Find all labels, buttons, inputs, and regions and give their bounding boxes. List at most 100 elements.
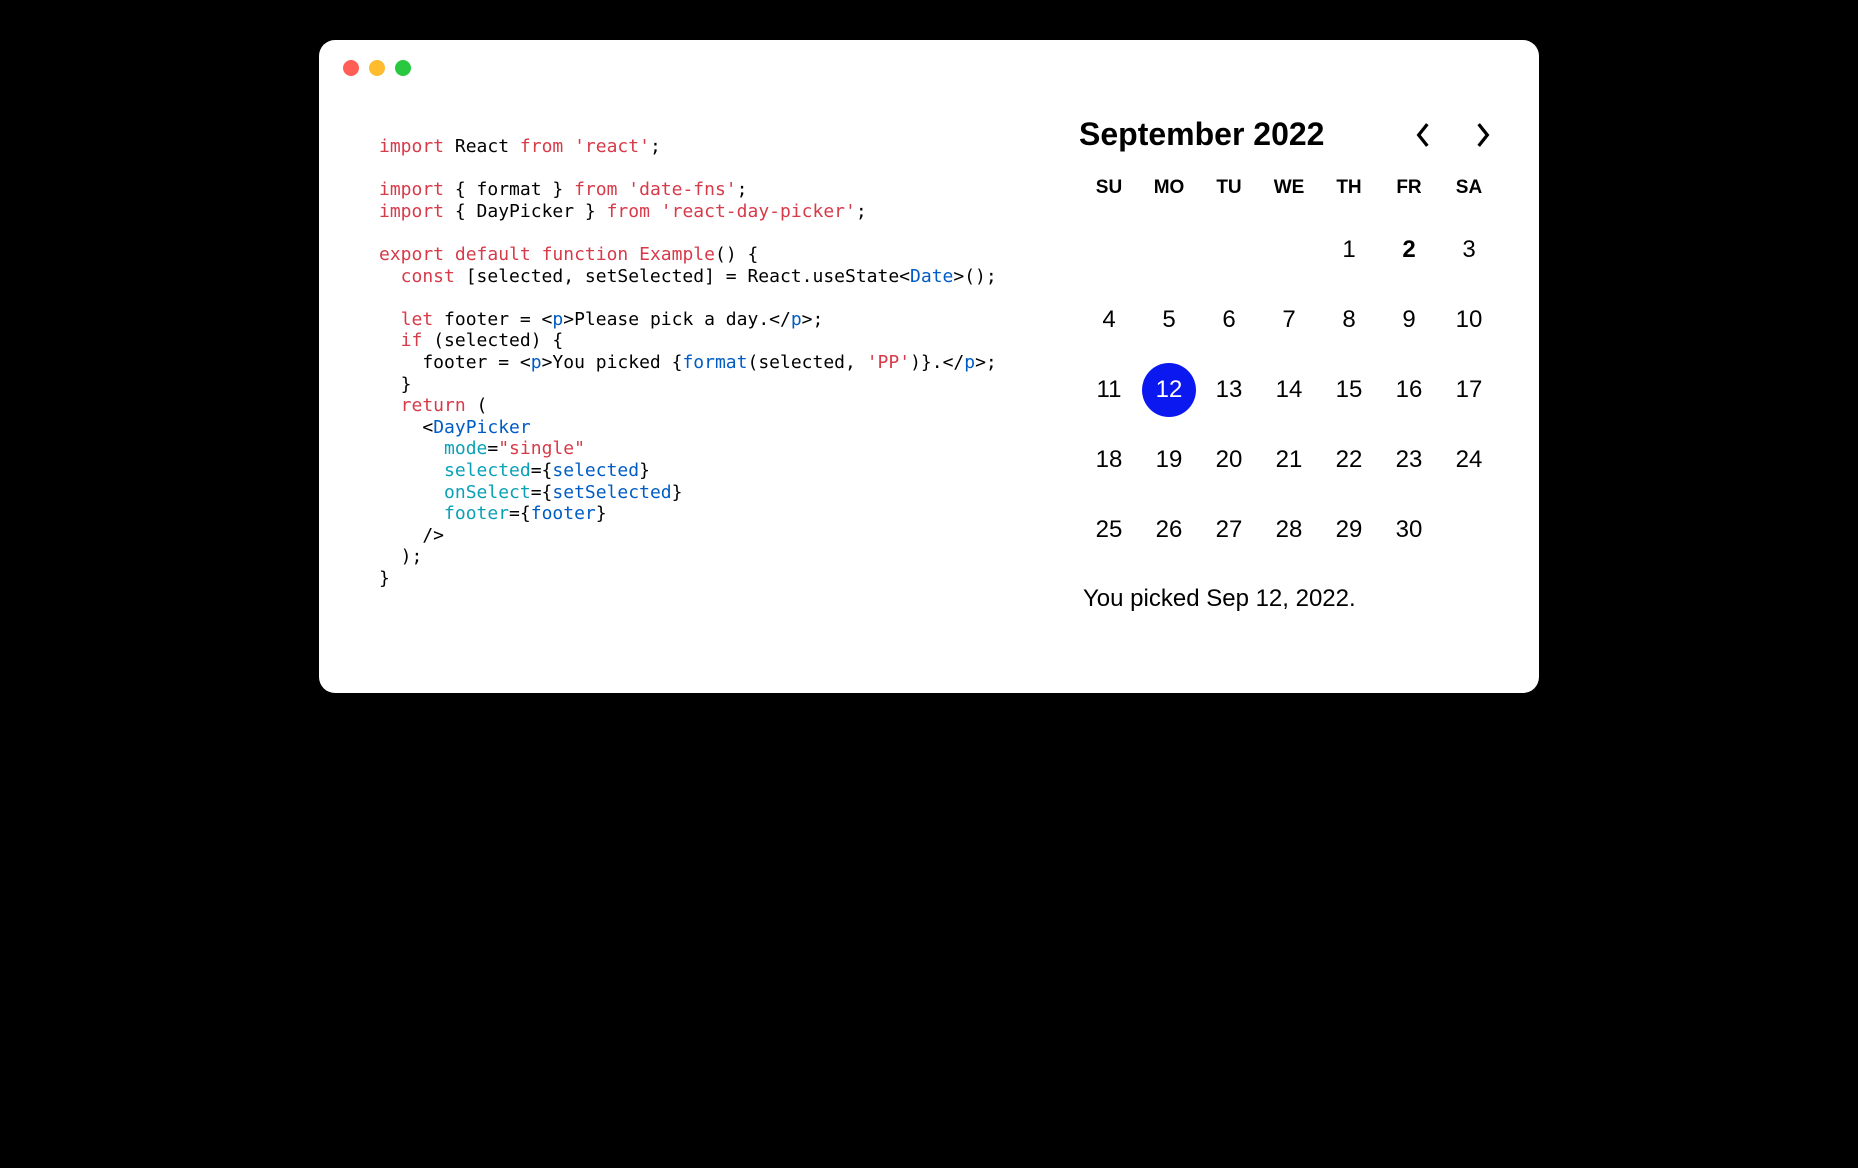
calendar-day[interactable]: 20	[1199, 433, 1259, 487]
calendar-day[interactable]: 1	[1319, 223, 1379, 277]
code-token: ={	[531, 460, 553, 481]
code-token: let	[379, 309, 433, 330]
code-token: import	[379, 136, 444, 157]
code-token: from	[520, 136, 563, 157]
calendar-day[interactable]: 24	[1439, 433, 1499, 487]
calendar-day[interactable]: 18	[1079, 433, 1139, 487]
code-token: Example	[628, 244, 715, 265]
calendar-day[interactable]: 15	[1319, 363, 1379, 417]
code-token: >();	[953, 266, 996, 287]
code-token: return	[379, 395, 466, 416]
code-token: "single"	[498, 438, 585, 459]
code-token: function	[531, 244, 629, 265]
code-token: >Please pick a day.</	[563, 309, 791, 330]
code-token: (selected,	[747, 352, 866, 373]
calendar-header: September 2022	[1079, 116, 1499, 153]
calendar-day[interactable]: 25	[1079, 503, 1139, 557]
chevron-left-icon	[1414, 122, 1432, 148]
calendar-day[interactable]: 29	[1319, 503, 1379, 557]
code-token: );	[379, 546, 422, 567]
code-token: Date	[910, 266, 953, 287]
code-token: p	[791, 309, 802, 330]
calendar-day[interactable]: 19	[1139, 433, 1199, 487]
code-token: export	[379, 244, 444, 265]
calendar-day[interactable]: 10	[1439, 293, 1499, 347]
calendar-day[interactable]: 17	[1439, 363, 1499, 417]
code-token: }	[596, 503, 607, 524]
calendar-day[interactable]: 8	[1319, 293, 1379, 347]
code-token: >;	[802, 309, 824, 330]
content-area: import React from 'react'; import { form…	[319, 76, 1539, 693]
calendar-day[interactable]: 9	[1379, 293, 1439, 347]
calendar-day-empty	[1079, 223, 1139, 277]
code-token: }	[639, 460, 650, 481]
code-token: DayPicker	[433, 417, 531, 438]
calendar-day[interactable]: 23	[1379, 433, 1439, 487]
code-token: { format }	[444, 179, 574, 200]
calendar-footer: You picked Sep 12, 2022.	[1079, 585, 1499, 613]
calendar-day[interactable]: 30	[1379, 503, 1439, 557]
calendar-day[interactable]: 12	[1142, 363, 1196, 417]
maximize-icon[interactable]	[395, 60, 411, 76]
code-token: 'date-fns'	[617, 179, 736, 200]
code-token: 'PP'	[867, 352, 910, 373]
close-icon[interactable]	[343, 60, 359, 76]
calendar-day-empty	[1139, 223, 1199, 277]
calendar-day[interactable]: 11	[1079, 363, 1139, 417]
calendar-day[interactable]: 5	[1139, 293, 1199, 347]
code-token: (	[466, 395, 488, 416]
calendar-day[interactable]: 26	[1139, 503, 1199, 557]
code-token: format	[682, 352, 747, 373]
code-token: }	[379, 374, 412, 395]
code-token: footer	[531, 503, 596, 524]
code-token: }	[672, 482, 683, 503]
calendar-day[interactable]: 14	[1259, 363, 1319, 417]
code-token: >You picked {	[542, 352, 683, 373]
calendar-day[interactable]: 22	[1319, 433, 1379, 487]
calendar-weekday: SA	[1439, 177, 1499, 207]
calendar-day[interactable]: 27	[1199, 503, 1259, 557]
calendar-title: September 2022	[1079, 116, 1324, 153]
code-token: footer = <	[379, 352, 531, 373]
app-window: import React from 'react'; import { form…	[319, 40, 1539, 693]
calendar-grid: SUMOTUWETHFRSA12345678910111213141516171…	[1079, 177, 1499, 557]
calendar-weekday: TH	[1319, 177, 1379, 207]
code-token: selected	[552, 460, 639, 481]
code-token: )}.</	[910, 352, 964, 373]
code-token: [selected, setSelected] = React.useState…	[455, 266, 910, 287]
prev-month-button[interactable]	[1407, 119, 1439, 151]
code-token: (selected) {	[422, 330, 563, 351]
calendar-day[interactable]: 3	[1439, 223, 1499, 277]
code-token: >;	[975, 352, 997, 373]
code-token: if	[379, 330, 422, 351]
calendar-weekday: TU	[1199, 177, 1259, 207]
next-month-button[interactable]	[1467, 119, 1499, 151]
code-token: from	[607, 201, 650, 222]
minimize-icon[interactable]	[369, 60, 385, 76]
code-token: import	[379, 179, 444, 200]
chevron-right-icon	[1474, 122, 1492, 148]
code-token: ;	[650, 136, 661, 157]
code-token: 'react'	[563, 136, 650, 157]
calendar-day[interactable]: 4	[1079, 293, 1139, 347]
code-token: ={	[509, 503, 531, 524]
calendar-weekday: WE	[1259, 177, 1319, 207]
calendar-day[interactable]: 2	[1379, 223, 1439, 277]
code-token: default	[444, 244, 531, 265]
calendar-day[interactable]: 21	[1259, 433, 1319, 487]
code-token: footer	[379, 503, 509, 524]
calendar-day[interactable]: 16	[1379, 363, 1439, 417]
calendar-day[interactable]: 7	[1259, 293, 1319, 347]
code-token: p	[552, 309, 563, 330]
code-token: <	[379, 417, 433, 438]
code-token: import	[379, 201, 444, 222]
calendar-day[interactable]: 28	[1259, 503, 1319, 557]
code-token: ={	[531, 482, 553, 503]
code-token: from	[574, 179, 617, 200]
code-token: const	[379, 266, 455, 287]
calendar-day[interactable]: 13	[1199, 363, 1259, 417]
code-token: p	[531, 352, 542, 373]
code-editor: import React from 'react'; import { form…	[379, 106, 1039, 613]
window-controls	[319, 40, 1539, 76]
calendar-day[interactable]: 6	[1199, 293, 1259, 347]
